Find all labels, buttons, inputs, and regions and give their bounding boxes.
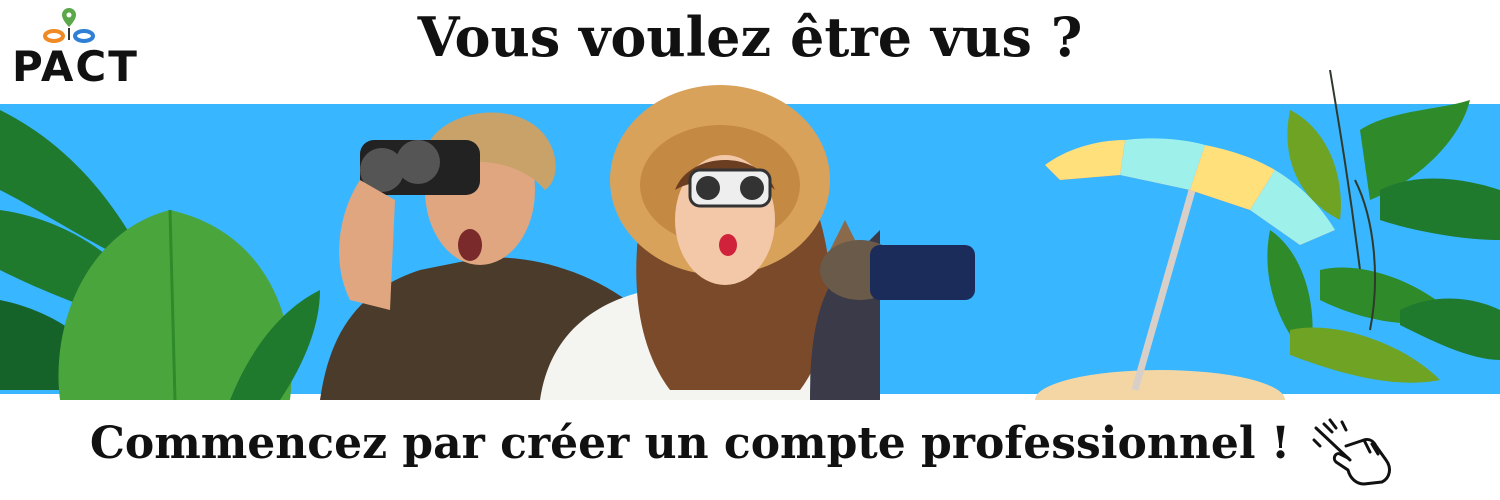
cat-with-binoculars <box>810 220 975 400</box>
promo-banner: PACT Vous voulez être vus ? Commencez pa… <box>0 0 1500 500</box>
beach-scene-illustration <box>0 70 1500 400</box>
create-account-call-to-action[interactable]: Commencez par créer un compte profession… <box>0 419 1380 468</box>
pointing-hand-icon <box>1312 418 1391 486</box>
left-palm-leaves <box>0 110 320 400</box>
headline: Vous voulez être vus ? <box>417 5 1083 69</box>
